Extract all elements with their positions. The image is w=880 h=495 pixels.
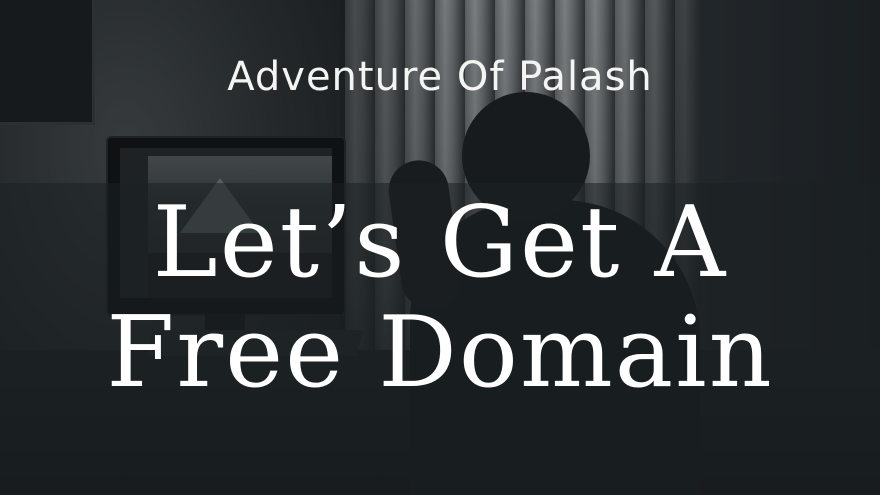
- headline-line-2: Free Domain: [106, 296, 774, 410]
- channel-subtitle: Adventure Of Palash: [227, 54, 653, 100]
- headline-title: Let’s Get A Free Domain: [0, 188, 880, 408]
- thumbnail-image: Adventure Of Palash Let’s Get A Free Dom…: [0, 0, 880, 495]
- headline-line-1: Let’s Get A: [152, 186, 728, 300]
